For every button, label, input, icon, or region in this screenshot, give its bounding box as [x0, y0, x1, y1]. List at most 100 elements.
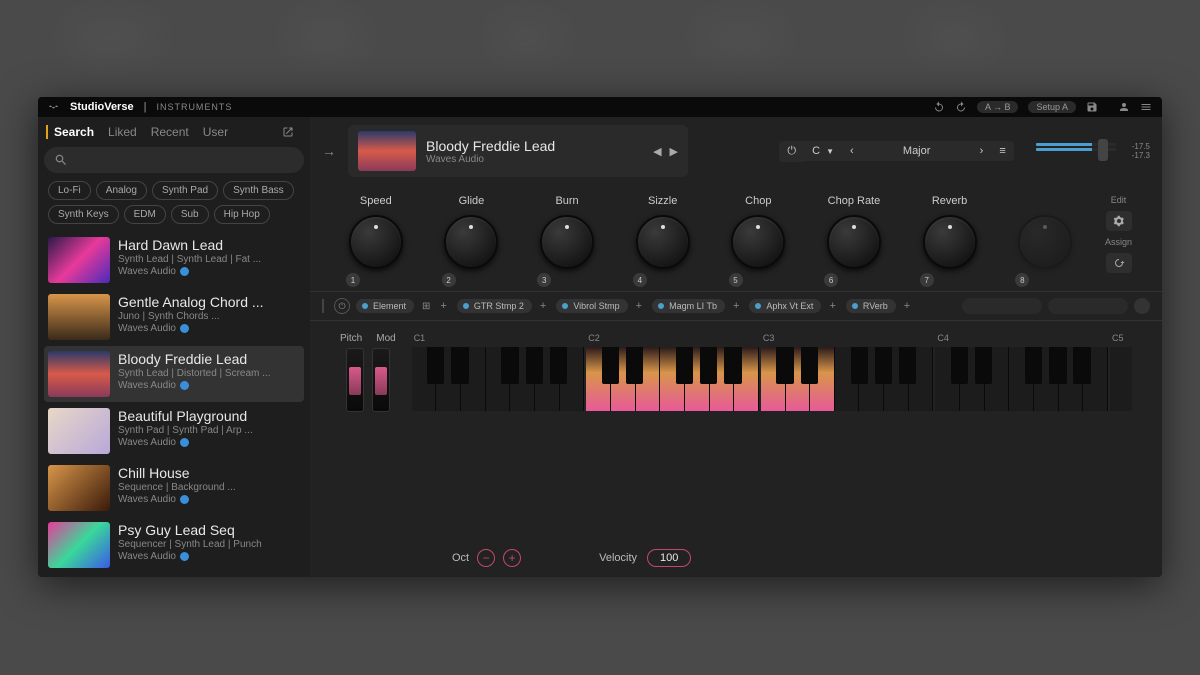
- search-input[interactable]: [76, 153, 294, 167]
- chip-synthpad[interactable]: Synth Pad: [152, 181, 218, 200]
- preset-item[interactable]: Psy Guy Lead Seq Sequencer | Synth Lead …: [44, 517, 304, 571]
- output-gain-handle[interactable]: [1098, 139, 1108, 161]
- fx-add-button[interactable]: +: [825, 300, 839, 312]
- black-key[interactable]: [975, 347, 992, 384]
- chip-edm[interactable]: EDM: [124, 205, 166, 224]
- macro-knob-8[interactable]: [1018, 215, 1072, 269]
- redo-icon[interactable]: [955, 101, 967, 113]
- mod-wheel[interactable]: [372, 348, 390, 412]
- black-key[interactable]: [801, 347, 818, 384]
- black-key[interactable]: [724, 347, 741, 384]
- tab-recent[interactable]: Recent: [151, 125, 189, 139]
- chip-lofi[interactable]: Lo-Fi: [48, 181, 91, 200]
- octave-group[interactable]: [935, 347, 1108, 411]
- chip-synthkeys[interactable]: Synth Keys: [48, 205, 119, 224]
- fx-chain-power[interactable]: ⏻: [334, 298, 350, 314]
- preset-item[interactable]: Beautiful Playground Synth Pad | Synth P…: [44, 403, 304, 459]
- black-key[interactable]: [526, 347, 543, 384]
- black-key[interactable]: [451, 347, 468, 384]
- tab-user[interactable]: User: [203, 125, 228, 139]
- output-meter[interactable]: [1036, 141, 1116, 161]
- chip-analog[interactable]: Analog: [96, 181, 147, 200]
- black-key[interactable]: [875, 347, 892, 384]
- fx-add-button[interactable]: +: [536, 300, 550, 312]
- keyboard[interactable]: [412, 347, 1132, 411]
- velocity-value[interactable]: 100: [647, 549, 691, 567]
- fx-module[interactable]: Element: [356, 299, 414, 313]
- black-key[interactable]: [899, 347, 916, 384]
- macro-knob-3[interactable]: [540, 215, 594, 269]
- user-icon[interactable]: [1118, 101, 1130, 113]
- fx-module[interactable]: Vibrol Stmp: [556, 299, 627, 313]
- scale-next[interactable]: ›: [972, 141, 992, 161]
- undo-icon[interactable]: [933, 101, 945, 113]
- fx-enable-dot[interactable]: [463, 303, 469, 309]
- ab-compare-button[interactable]: A → B: [977, 101, 1019, 113]
- black-key[interactable]: [700, 347, 717, 384]
- tab-liked[interactable]: Liked: [108, 125, 137, 139]
- macro-knob-6[interactable]: [827, 215, 881, 269]
- black-key[interactable]: [776, 347, 793, 384]
- macro-knob-7[interactable]: [923, 215, 977, 269]
- fx-enable-dot[interactable]: [852, 303, 858, 309]
- macro-knob-4[interactable]: [636, 215, 690, 269]
- fx-menu-icon[interactable]: ⊞: [422, 301, 430, 312]
- fx-module[interactable]: GTR Stmp 2: [457, 299, 532, 313]
- chip-sub[interactable]: Sub: [171, 205, 209, 224]
- fx-add-button[interactable]: +: [436, 300, 450, 312]
- fx-enable-dot[interactable]: [755, 303, 761, 309]
- black-key[interactable]: [851, 347, 868, 384]
- assign-button[interactable]: [1106, 253, 1132, 273]
- fx-module[interactable]: RVerb: [846, 299, 896, 313]
- pitch-wheel[interactable]: [346, 348, 364, 412]
- fx-enable-dot[interactable]: [362, 303, 368, 309]
- octave-group[interactable]: [761, 347, 934, 411]
- search-box[interactable]: [44, 147, 304, 173]
- scale-prev[interactable]: ‹: [842, 141, 862, 161]
- white-key[interactable]: [1110, 347, 1132, 411]
- scale-menu[interactable]: ≡: [991, 141, 1013, 161]
- black-key[interactable]: [1049, 347, 1066, 384]
- fx-add-button[interactable]: +: [632, 300, 646, 312]
- preset-item[interactable]: Chill House Sequence | Background ... Wa…: [44, 460, 304, 516]
- key-power-button[interactable]: ⏻: [779, 141, 804, 162]
- black-key[interactable]: [550, 347, 567, 384]
- octave-group[interactable]: [586, 347, 759, 411]
- octave-group[interactable]: [412, 347, 585, 411]
- fx-module[interactable]: Magm LI Tb: [652, 299, 725, 313]
- black-key[interactable]: [676, 347, 693, 384]
- black-key[interactable]: [1025, 347, 1042, 384]
- fx-output-knob[interactable]: [1134, 298, 1150, 314]
- fx-empty-slot[interactable]: [962, 298, 1042, 314]
- external-link-icon[interactable]: [282, 126, 294, 138]
- fx-add-button[interactable]: +: [900, 300, 914, 312]
- save-icon[interactable]: [1086, 101, 1098, 113]
- black-key[interactable]: [1073, 347, 1090, 384]
- macro-knob-2[interactable]: [444, 215, 498, 269]
- oct-plus-button[interactable]: +: [503, 549, 521, 567]
- preset-item[interactable]: Hard Dawn Lead Synth Lead | Synth Lead |…: [44, 232, 304, 288]
- fx-add-button[interactable]: +: [729, 300, 743, 312]
- menu-icon[interactable]: [1140, 101, 1152, 113]
- preset-item[interactable]: Bloody Freddie Lead Synth Lead | Distort…: [44, 346, 304, 402]
- black-key[interactable]: [602, 347, 619, 384]
- black-key[interactable]: [951, 347, 968, 384]
- fx-enable-dot[interactable]: [658, 303, 664, 309]
- fx-enable-dot[interactable]: [562, 303, 568, 309]
- collapse-sidebar-icon[interactable]: →: [322, 143, 336, 159]
- scale-select[interactable]: Major: [862, 141, 972, 161]
- oct-minus-button[interactable]: −: [477, 549, 495, 567]
- black-key[interactable]: [427, 347, 444, 384]
- next-preset-button[interactable]: ▶: [670, 145, 678, 158]
- key-select[interactable]: C ▼: [804, 141, 842, 161]
- macro-knob-1[interactable]: [349, 215, 403, 269]
- setup-button[interactable]: Setup A: [1028, 101, 1076, 113]
- fx-empty-slot[interactable]: [1048, 298, 1128, 314]
- black-key[interactable]: [501, 347, 518, 384]
- preset-item[interactable]: Gentle Analog Chord ... Juno | Synth Cho…: [44, 289, 304, 345]
- prev-preset-button[interactable]: ◀: [653, 145, 661, 158]
- fx-module[interactable]: Aphx Vt Ext: [749, 299, 821, 313]
- edit-button[interactable]: [1106, 211, 1132, 231]
- chip-synthbass[interactable]: Synth Bass: [223, 181, 294, 200]
- tab-search[interactable]: Search: [46, 125, 94, 139]
